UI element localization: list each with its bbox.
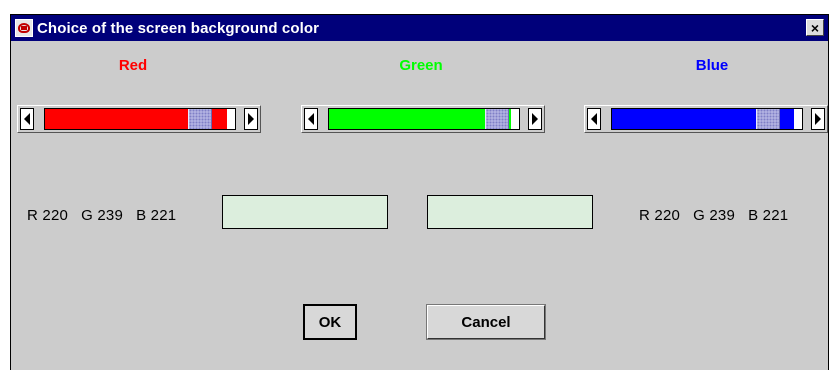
close-button[interactable]: ×	[806, 19, 824, 36]
red-label: Red	[118, 57, 148, 74]
green-label: Green	[399, 57, 443, 74]
red-scrollbar[interactable]	[17, 105, 261, 133]
green-scroll-right-button[interactable]	[528, 108, 542, 130]
green-scroll-track[interactable]	[328, 108, 520, 130]
red-scroll-thumb[interactable]	[188, 109, 212, 129]
blue-scroll-track[interactable]	[611, 108, 803, 130]
title-bar[interactable]: Choice of the screen background color ×	[11, 15, 828, 41]
rgb-readout-left: R 220 G 239 B 221	[27, 207, 177, 224]
green-scroll-thumb[interactable]	[485, 109, 509, 129]
red-scroll-right-button[interactable]	[244, 108, 258, 130]
green-scrollbar[interactable]	[301, 105, 545, 133]
blue-scroll-right-button[interactable]	[811, 108, 825, 130]
ok-button[interactable]: OK	[303, 304, 357, 340]
blue-scrollbar[interactable]	[584, 105, 828, 133]
app-icon	[15, 19, 33, 37]
blue-scroll-left-button[interactable]	[587, 108, 601, 130]
color-preview-new	[222, 195, 388, 229]
blue-scroll-thumb[interactable]	[756, 109, 780, 129]
color-choice-dialog: Choice of the screen background color × …	[10, 14, 829, 370]
cancel-button[interactable]: Cancel	[426, 304, 546, 340]
rgb-readout-right: R 220 G 239 B 221	[639, 207, 789, 224]
red-scroll-left-button[interactable]	[20, 108, 34, 130]
red-scroll-track[interactable]	[44, 108, 236, 130]
green-scroll-left-button[interactable]	[304, 108, 318, 130]
blue-label: Blue	[695, 57, 729, 74]
window-title: Choice of the screen background color	[37, 19, 320, 37]
color-preview-current	[427, 195, 593, 229]
